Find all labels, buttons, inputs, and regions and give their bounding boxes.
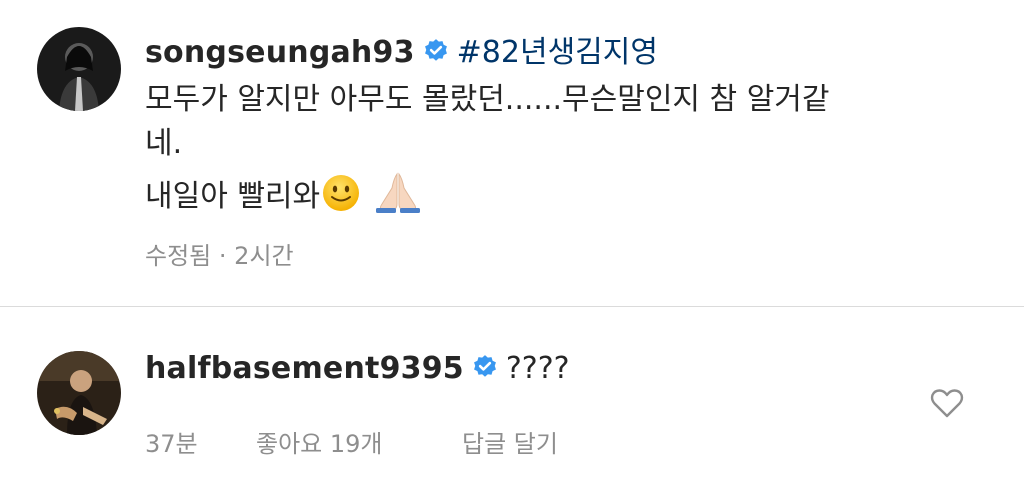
edited-label: 수정됨 [145, 242, 212, 270]
heart-icon[interactable] [930, 388, 964, 418]
like-count-button[interactable]: 좋아요 19개 [256, 424, 383, 459]
profile-photo-icon [37, 27, 121, 111]
folded-hands-icon [376, 172, 421, 213]
verified-badge-icon [424, 39, 447, 61]
slightly-smiling-face-icon [323, 175, 360, 211]
caption-text-line-1: 모두가 알지만 아무도 몰랐던......무슨말인지 참 알거같 [145, 82, 830, 117]
profile-photo-icon [37, 351, 121, 435]
hashtag-link[interactable]: #82년생김지영 [457, 35, 658, 70]
caption-comment: songseungah93 #82년생김지영 모두가 알지만 아무도 몰랐던..… [0, 0, 1024, 305]
caption-text-line-3-wrap: 내일아 빨리와 [145, 170, 422, 217]
divider [0, 306, 1024, 307]
reply-timestamp: 37분 [145, 430, 198, 458]
avatar[interactable] [37, 27, 121, 111]
avatar[interactable] [37, 351, 121, 435]
caption-text-line-3: 내일아 빨리와 [145, 179, 321, 214]
reply-text: ???? [505, 351, 570, 386]
reply-header: halfbasement9395 ???? [145, 351, 570, 386]
verified-badge-icon [473, 355, 496, 377]
caption-text-line-2: 네. [145, 126, 183, 161]
username-link[interactable]: halfbasement9395 [145, 351, 464, 386]
comment-meta: 수정됨 · 2시간 [145, 236, 294, 271]
meta-separator: · [218, 242, 227, 270]
reply-button[interactable]: 답글 달기 [462, 424, 558, 459]
username-link[interactable]: songseungah93 [145, 35, 415, 70]
comment-header: songseungah93 #82년생김지영 [145, 27, 658, 71]
timestamp: 2시간 [234, 242, 294, 270]
